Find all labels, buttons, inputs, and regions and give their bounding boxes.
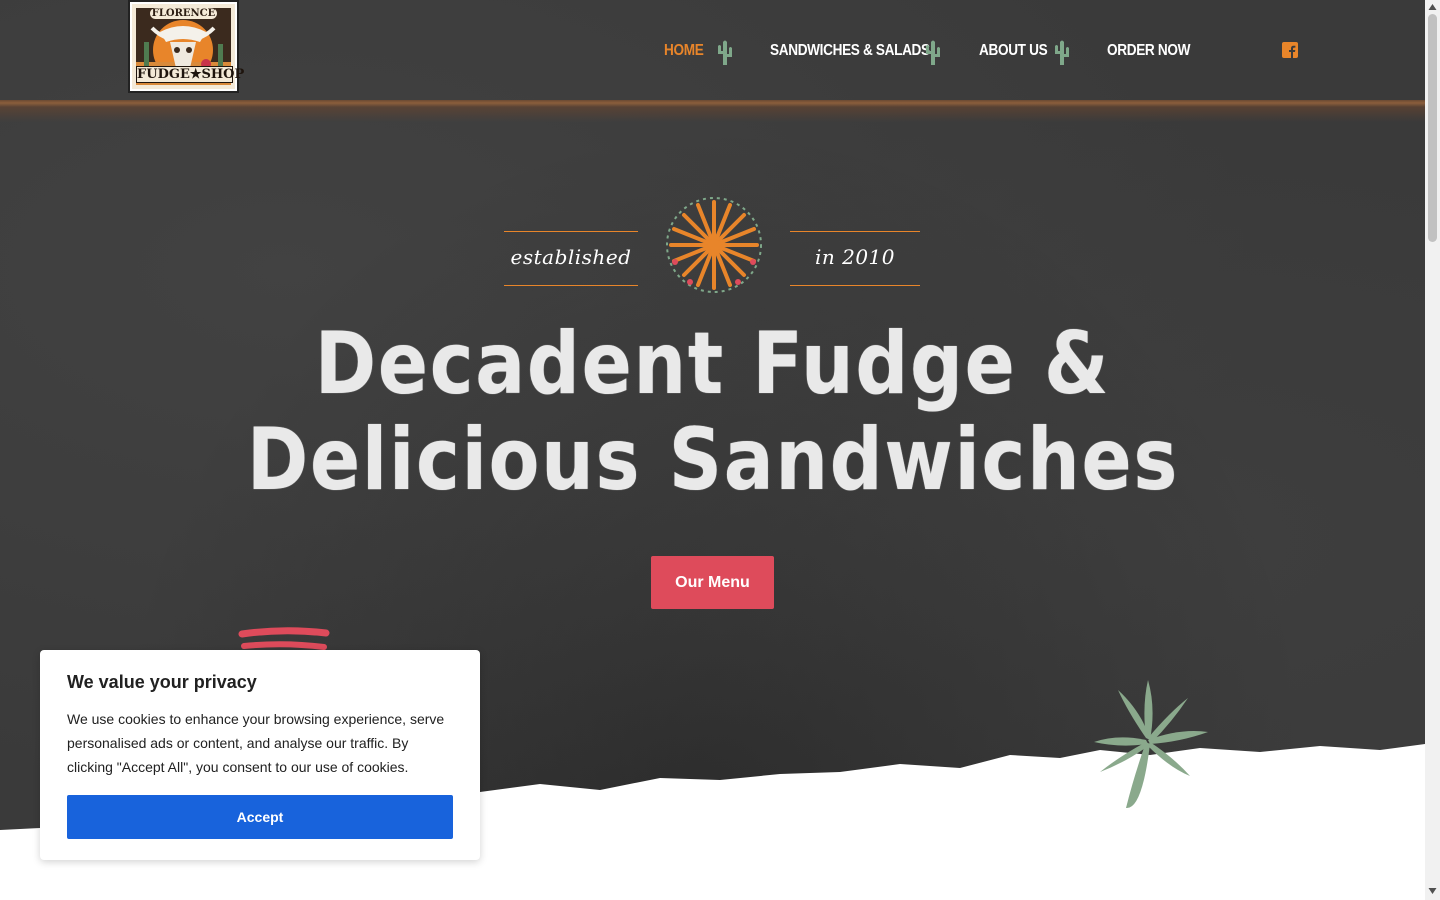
logo-top-text: FLORENCE <box>150 8 217 19</box>
nav-about-us[interactable]: ABOUT US <box>979 38 1048 64</box>
site-header: FLORENCE FUDGE★SHOP HOME SANDWICHES & SA… <box>0 0 1425 102</box>
nav-home[interactable]: HOME <box>664 38 704 64</box>
header-divider <box>0 100 1425 122</box>
established-line-top-left <box>504 231 638 232</box>
established-year: in 2010 <box>814 245 896 269</box>
hero-headline-line2-text: Delicious Sandwiches <box>246 410 1179 510</box>
hero-headline-line2: Delicious Sandwiches <box>0 410 1425 510</box>
agave-leaf-decoration <box>1094 680 1208 809</box>
logo-bottom-text: FUDGE★SHOP <box>136 66 245 83</box>
scroll-down-arrow-icon[interactable] <box>1428 887 1437 895</box>
established-line-top-right <box>790 231 920 232</box>
sunburst-emblem <box>666 197 762 293</box>
cookie-description: We use cookies to enhance your browsing … <box>67 711 445 775</box>
facebook-icon[interactable] <box>1282 42 1298 58</box>
established-line-bottom-right <box>790 285 920 286</box>
cookie-consent-banner: We value your privacy We use cookies to … <box>40 650 480 860</box>
hero-headline-line1-text: Decadent Fudge & <box>314 314 1111 414</box>
scroll-up-arrow-icon[interactable] <box>1428 3 1437 11</box>
nav-order-now[interactable]: ORDER NOW <box>1107 38 1190 64</box>
cactus-icon <box>1055 40 1069 65</box>
hero-headline-line1: Decadent Fudge & <box>0 314 1425 414</box>
cactus-icon <box>926 40 940 65</box>
scrollbar-thumb[interactable] <box>1428 14 1437 242</box>
our-menu-button[interactable]: Our Menu <box>651 556 774 609</box>
nav-sandwiches-salads[interactable]: SANDWICHES & SALADS <box>770 38 930 64</box>
cookie-accept-button[interactable]: Accept <box>67 795 453 839</box>
cactus-icon <box>718 40 732 65</box>
logo[interactable]: FLORENCE FUDGE★SHOP <box>128 0 245 93</box>
established-line-bottom-left <box>504 285 638 286</box>
established-label: established <box>510 245 632 269</box>
cookie-title: We value your privacy <box>67 672 257 692</box>
